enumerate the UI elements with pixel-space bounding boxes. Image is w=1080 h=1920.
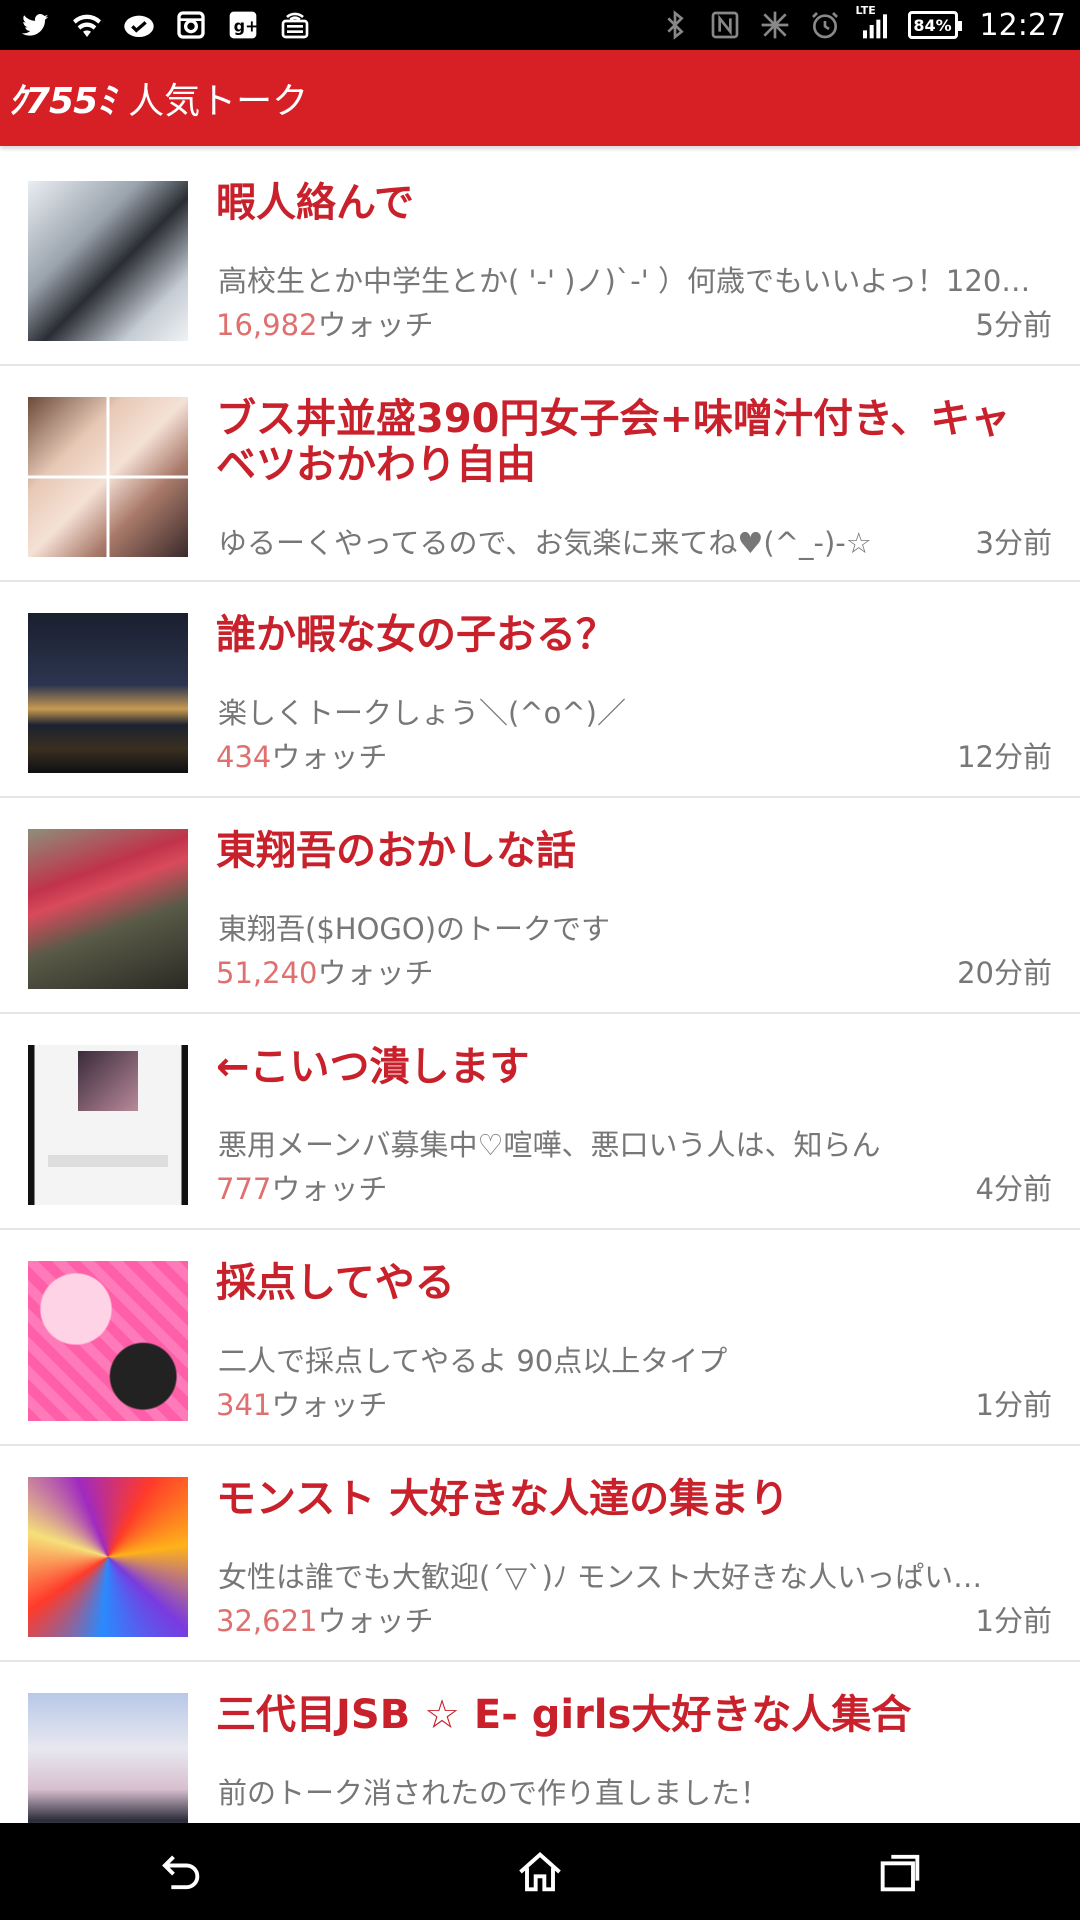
talk-time: 3分前 <box>975 526 1052 560</box>
talk-description: 東翔吾($HOGO)のトークです <box>218 912 611 946</box>
bluetooth-icon <box>658 8 692 42</box>
watch-count: 341 <box>216 1388 272 1422</box>
talk-time: 1分前 <box>975 1388 1052 1422</box>
talk-thumbnail <box>28 613 188 773</box>
home-icon[interactable] <box>510 1842 570 1902</box>
talk-description: 二人で採点してやるよ 90点以上タイプ <box>218 1344 728 1378</box>
signal-icon: LTE <box>856 4 892 42</box>
talk-time: 5分前 <box>975 308 1052 342</box>
talk-thumbnail <box>28 1261 188 1421</box>
talk-meta: 51,240ウォッチ 20分前 <box>216 950 1052 990</box>
battery-indicator: 84% <box>907 11 962 39</box>
talk-title: ブス丼並盛390円女子会+味噌汁付き、キャベツおかわり自由 <box>216 396 1011 488</box>
talk-meta: 32,621ウォッチ 1分前 <box>216 1598 1052 1638</box>
watch-label: ウォッチ <box>271 740 388 774</box>
watch-count: 777 <box>216 1172 272 1206</box>
talk-description: 前のトーク消されたので作り直しました！ <box>218 1776 770 1810</box>
talk-title: モンスト 大好きな人達の集まり <box>216 1476 790 1522</box>
talk-time: 12分前 <box>957 740 1052 774</box>
watch-label: ウォッチ <box>271 1388 388 1422</box>
recents-icon[interactable] <box>870 1842 930 1902</box>
watch-label: ウォッチ <box>317 1604 434 1638</box>
list-item[interactable]: 東翔吾のおかしな話 東翔吾($HOGO)のトークです 51,240ウォッチ 20… <box>0 798 1080 1014</box>
talk-meta: 777ウォッチ 4分前 <box>216 1166 1052 1206</box>
talk-description: 女性は誰でも大歓迎(´▽`)ﾉ モンスト大好きな人いっぱい… <box>218 1560 983 1594</box>
talk-thumbnail <box>28 829 188 989</box>
talk-title: 採点してやる <box>216 1260 455 1306</box>
wifi-icon <box>70 8 104 42</box>
status-bar: g+ LTE 84% 12:27 <box>0 0 1080 50</box>
talk-time: 1分前 <box>975 1604 1052 1638</box>
nfc-icon <box>708 8 742 42</box>
talk-title: ←こいつ潰します <box>216 1044 530 1090</box>
talk-time: 20分前 <box>957 956 1052 990</box>
talk-description: 高校生とか中学生とか( '-' )ノ)`-' ）何歳でもいいよっ！120… <box>218 264 1031 298</box>
talk-description: 悪用メーンバ募集中♡喧嘩、悪口いう人は、知らん <box>218 1128 881 1162</box>
twitter-icon <box>18 8 52 42</box>
talk-thumbnail <box>28 1045 188 1205</box>
svg-text:g+: g+ <box>234 17 259 36</box>
talk-title: 暇人絡んで <box>216 180 414 226</box>
list-item[interactable]: 採点してやる 二人で採点してやるよ 90点以上タイプ 341ウォッチ 1分前 <box>0 1230 1080 1446</box>
back-icon[interactable] <box>150 1842 210 1902</box>
watch-count: 32,621 <box>216 1604 318 1638</box>
talk-title: 東翔吾のおかしな話 <box>216 828 576 874</box>
talk-thumbnail <box>28 181 188 341</box>
watch-label: ウォッチ <box>317 308 434 342</box>
talk-thumbnail <box>28 1477 188 1637</box>
app-logo[interactable]: ｸ755ﾐ <box>8 72 115 124</box>
list-item[interactable]: ブス丼並盛390円女子会+味噌汁付き、キャベツおかわり自由 ゆるーくやってるので… <box>0 366 1080 582</box>
instagram-icon <box>174 8 208 42</box>
talk-list[interactable]: 暇人絡んで 高校生とか中学生とか( '-' )ノ)`-' ）何歳でもいいよっ！1… <box>0 150 1080 1823</box>
talk-thumbnail <box>28 1693 188 1823</box>
alarm-icon <box>808 8 842 42</box>
talk-meta: 434ウォッチ 12分前 <box>216 734 1052 774</box>
talk-meta: 16,982ウォッチ 5分前 <box>216 302 1052 342</box>
check-icon <box>122 8 156 42</box>
talk-meta: 3分前 <box>216 520 1052 560</box>
talk-thumbnail <box>28 397 188 557</box>
watch-count: 434 <box>216 740 272 774</box>
talk-meta: 341ウォッチ 1分前 <box>216 1382 1052 1422</box>
list-item[interactable]: 誰か暇な女の子おる？ 楽しくトークしょう＼(^o^)／ 434ウォッチ 12分前 <box>0 582 1080 798</box>
watch-label: ウォッチ <box>271 1172 388 1206</box>
talk-time: 4分前 <box>975 1172 1052 1206</box>
watch-count: 51,240 <box>216 956 318 990</box>
navigation-bar <box>0 1823 1080 1920</box>
app-bar: ｸ755ﾐ 人気トーク <box>0 50 1080 146</box>
list-item[interactable]: ←こいつ潰します 悪用メーンバ募集中♡喧嘩、悪口いう人は、知らん 777ウォッチ… <box>0 1014 1080 1230</box>
talk-meta <box>216 1814 1052 1823</box>
talk-title: 誰か暇な女の子おる？ <box>216 612 616 658</box>
clock: 12:27 <box>979 7 1066 43</box>
list-item[interactable]: モンスト 大好きな人達の集まり 女性は誰でも大歓迎(´▽`)ﾉ モンスト大好きな… <box>0 1446 1080 1662</box>
page-title: 人気トーク <box>128 81 309 122</box>
watch-count: 16,982 <box>216 308 318 342</box>
talk-title: 三代目JSB ☆ E- girls大好きな人集合 <box>216 1692 912 1738</box>
list-item[interactable]: 暇人絡んで 高校生とか中学生とか( '-' )ノ)`-' ）何歳でもいいよっ！1… <box>0 150 1080 366</box>
watch-label: ウォッチ <box>317 956 434 990</box>
vibrate-icon <box>758 8 792 42</box>
google-plus-icon: g+ <box>226 8 260 42</box>
list-item[interactable]: 三代目JSB ☆ E- girls大好きな人集合 前のトーク消されたので作り直し… <box>0 1662 1080 1823</box>
talk-description: 楽しくトークしょう＼(^o^)／ <box>218 696 626 730</box>
cast-icon <box>278 8 312 42</box>
